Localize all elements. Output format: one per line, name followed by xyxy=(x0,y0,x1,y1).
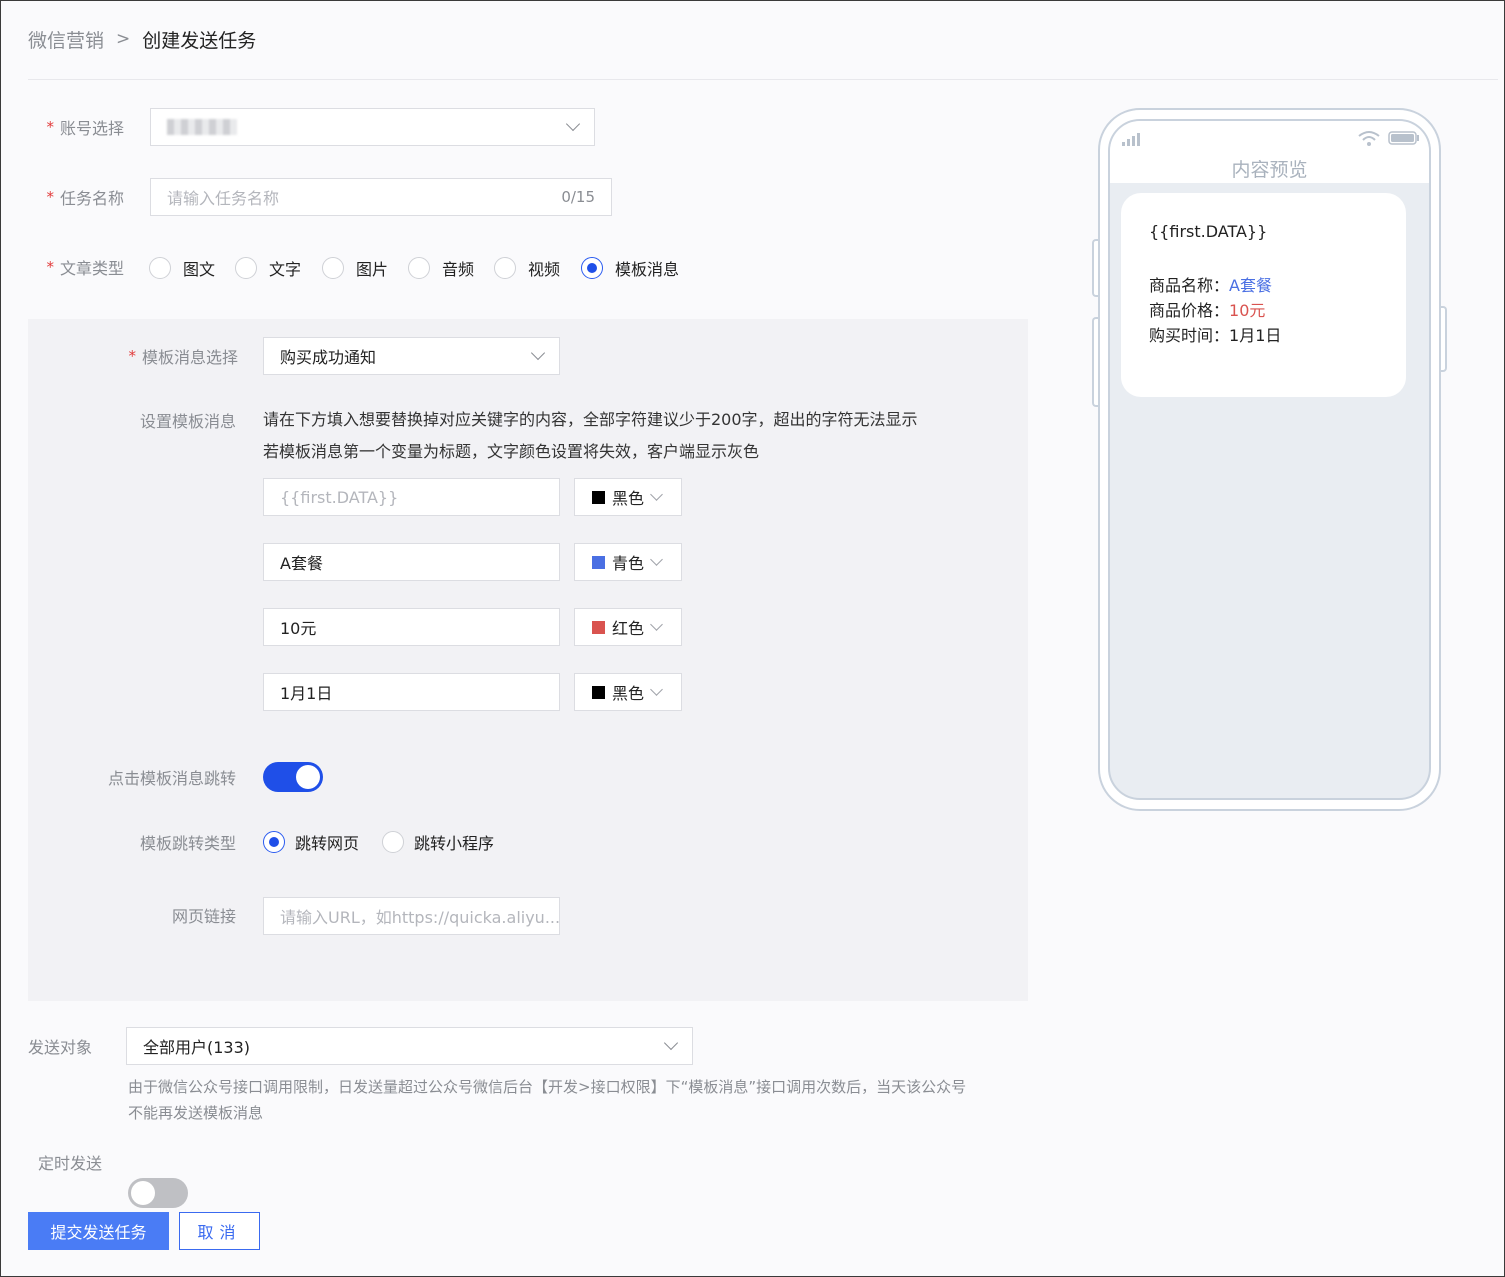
chevron-down-icon xyxy=(650,552,663,566)
template-select-label: * 模板消息选择 xyxy=(128,347,238,367)
radio-circle xyxy=(235,257,257,279)
preview-first-data: {{first.DATA}} xyxy=(1149,222,1268,241)
header-divider xyxy=(28,79,1498,80)
article-type-radio-tuwen[interactable]: 图文 xyxy=(149,256,215,280)
schedule-send-toggle[interactable] xyxy=(128,1178,188,1208)
chevron-down-icon xyxy=(565,116,581,132)
required-mark: * xyxy=(46,188,54,206)
article-type-label: * 文章类型 xyxy=(46,258,124,278)
template-field-2-input[interactable]: A套餐 xyxy=(263,543,560,581)
webpage-url-input[interactable]: 请输入URL，如https://quicka.aliyu... xyxy=(263,897,560,935)
required-mark: * xyxy=(46,118,54,136)
preview-row-purchase-time: 购买时间：1月1日 xyxy=(1149,326,1282,345)
task-name-placeholder: 请输入任务名称 xyxy=(167,189,280,208)
send-target-label: 发送对象 xyxy=(28,1038,93,1057)
color-swatch xyxy=(592,620,605,634)
send-limit-note-line1: 由于微信公众号接口调用限制，日发送量超过公众号微信后台【开发>接口权限】下“模板… xyxy=(128,1078,967,1096)
article-type-radio-text[interactable]: 文字 xyxy=(235,256,301,280)
radio-circle xyxy=(408,257,430,279)
template-setup-label: 设置模板消息 xyxy=(139,412,236,431)
signal-icon xyxy=(1122,133,1140,146)
template-help-line2: 若模板消息第一个变量为标题，文字颜色设置将失效，客户端显示灰色 xyxy=(263,442,760,461)
radio-circle xyxy=(149,257,171,279)
jump-type-radio-webpage[interactable]: 跳转网页 xyxy=(263,830,359,854)
template-field-3-color-select[interactable]: 红色 xyxy=(574,608,682,646)
cancel-button[interactable]: 取消 xyxy=(179,1212,260,1250)
battery-icon xyxy=(1388,131,1419,145)
template-field-4-color-select[interactable]: 黑色 xyxy=(574,673,682,711)
template-jump-label: 点击模板消息跳转 xyxy=(107,769,236,788)
article-type-radio-template[interactable]: 模板消息 xyxy=(581,256,679,280)
page: 微信营销 > 创建发送任务 * 账号选择 * 任务名称 请输入任务名称 0/15… xyxy=(0,0,1505,1277)
preview-row-value: 1月1日 xyxy=(1229,326,1282,345)
preview-row-value: 10元 xyxy=(1229,301,1266,320)
chevron-down-icon xyxy=(650,682,663,696)
breadcrumb: 微信营销 > 创建发送任务 xyxy=(28,25,256,53)
preview-row-product-name: 商品名称：A套餐 xyxy=(1149,276,1272,295)
webpage-url-label: 网页链接 xyxy=(171,907,236,926)
schedule-send-label: 定时发送 xyxy=(37,1154,102,1173)
account-select[interactable] xyxy=(150,108,595,146)
chevron-down-icon xyxy=(650,617,663,631)
send-target-select[interactable]: 全部用户(133) xyxy=(126,1027,693,1065)
preview-title: 内容预览 xyxy=(1231,159,1308,181)
preview-row-product-price: 商品价格：10元 xyxy=(1149,301,1266,320)
breadcrumb-current: 创建发送任务 xyxy=(142,29,257,52)
preview-message-card: {{first.DATA}} 商品名称：A套餐 商品价格：10元 购买时间：1月… xyxy=(1121,193,1406,397)
account-value-redacted xyxy=(167,119,237,135)
template-jump-toggle[interactable] xyxy=(263,762,323,792)
wifi-icon xyxy=(1358,131,1380,146)
chevron-down-icon xyxy=(530,345,546,361)
toggle-knob xyxy=(296,765,320,789)
article-type-radio-video[interactable]: 视频 xyxy=(494,256,560,280)
template-field-4-input[interactable]: 1月1日 xyxy=(263,673,560,711)
template-field-2-color-select[interactable]: 青色 xyxy=(574,543,682,581)
template-select-value: 购买成功通知 xyxy=(280,348,377,367)
required-mark: * xyxy=(128,347,136,365)
radio-circle-selected xyxy=(581,257,603,279)
breadcrumb-parent-link[interactable]: 微信营销 xyxy=(28,26,104,53)
template-field-3-input[interactable]: 10元 xyxy=(263,608,560,646)
task-name-counter: 0/15 xyxy=(561,188,595,206)
article-type-radio-image[interactable]: 图片 xyxy=(322,256,388,280)
template-help-line1: 请在下方填入想要替换掉对应关键字的内容，全部字符建议少于200字，超出的字符无法… xyxy=(263,410,918,429)
template-field-1-color-select[interactable]: 黑色 xyxy=(574,478,682,516)
radio-circle xyxy=(322,257,344,279)
task-name-input[interactable]: 请输入任务名称 0/15 xyxy=(150,178,612,216)
send-limit-note-line2: 不能再发送模板消息 xyxy=(128,1104,264,1122)
color-swatch xyxy=(592,490,605,504)
breadcrumb-separator: > xyxy=(116,29,131,49)
radio-circle xyxy=(494,257,516,279)
preview-row-value: A套餐 xyxy=(1229,276,1272,295)
radio-circle-selected xyxy=(263,831,285,853)
article-type-radio-audio[interactable]: 音频 xyxy=(408,256,474,280)
account-label: * 账号选择 xyxy=(46,118,124,138)
chevron-down-icon xyxy=(650,487,663,501)
chevron-down-icon xyxy=(663,1035,679,1051)
radio-circle xyxy=(382,831,404,853)
template-jump-type-label: 模板跳转类型 xyxy=(139,834,236,853)
required-mark: * xyxy=(46,258,54,276)
color-swatch xyxy=(592,555,605,569)
template-select[interactable]: 购买成功通知 xyxy=(263,337,560,375)
phone-status-bar: 内容预览 xyxy=(1110,121,1429,183)
task-name-label: * 任务名称 xyxy=(46,188,124,208)
color-swatch xyxy=(592,685,605,699)
jump-type-radio-miniprogram[interactable]: 跳转小程序 xyxy=(382,830,494,854)
toggle-knob xyxy=(131,1181,155,1205)
submit-task-button[interactable]: 提交发送任务 xyxy=(28,1212,169,1250)
template-field-1-input[interactable]: {{first.DATA}} xyxy=(263,478,560,516)
